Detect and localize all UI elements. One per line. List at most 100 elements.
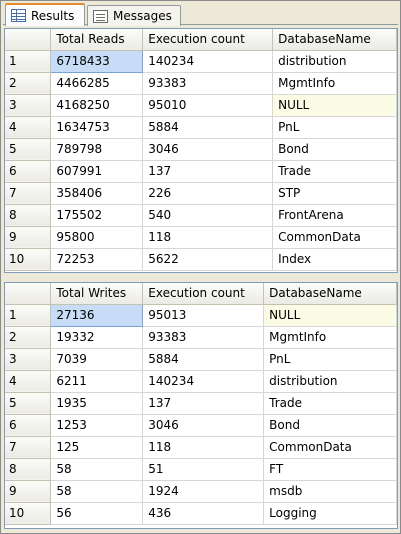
cell[interactable]: 789798 bbox=[50, 138, 144, 161]
table-row[interactable]: 8 175502 540 FrontArena bbox=[5, 204, 397, 227]
cell[interactable]: PnL bbox=[272, 116, 397, 139]
cell[interactable]: MgmtInfo bbox=[263, 326, 397, 349]
row-number[interactable]: 5 bbox=[5, 138, 52, 161]
table-row[interactable]: 7 125 118 CommonData bbox=[5, 436, 397, 459]
cell[interactable]: NULL bbox=[263, 304, 397, 327]
cell[interactable]: 607991 bbox=[50, 160, 144, 183]
table-row[interactable]: 6 1253 3046 Bond bbox=[5, 414, 397, 437]
row-number[interactable]: 8 bbox=[5, 458, 52, 481]
tab-messages[interactable]: Messages bbox=[87, 5, 181, 26]
cell[interactable]: 137 bbox=[142, 160, 274, 183]
cell[interactable]: PnL bbox=[263, 348, 397, 371]
table-row[interactable]: 3 7039 5884 PnL bbox=[5, 348, 397, 371]
cell[interactable]: 56 bbox=[50, 502, 144, 525]
row-number[interactable]: 3 bbox=[5, 348, 52, 371]
cell[interactable]: 5622 bbox=[142, 248, 274, 271]
column-header[interactable]: DatabaseName bbox=[272, 29, 397, 51]
table-row[interactable]: 3 4168250 95010 NULL bbox=[5, 94, 397, 117]
row-number[interactable]: 2 bbox=[5, 72, 52, 95]
table-row[interactable]: 10 72253 5622 Index bbox=[5, 248, 397, 271]
cell[interactable]: 1924 bbox=[142, 480, 265, 503]
cell[interactable]: msdb bbox=[263, 480, 397, 503]
cell[interactable]: MgmtInfo bbox=[272, 72, 397, 95]
column-header[interactable]: Execution count bbox=[142, 283, 265, 305]
row-number[interactable]: 5 bbox=[5, 392, 52, 415]
cell[interactable]: 95010 bbox=[142, 94, 274, 117]
cell[interactable]: Trade bbox=[272, 160, 397, 183]
row-number[interactable]: 9 bbox=[5, 226, 52, 249]
cell[interactable]: 95013 bbox=[142, 304, 265, 327]
cell[interactable]: STP bbox=[272, 182, 397, 205]
cell[interactable]: Index bbox=[272, 248, 397, 271]
table-row[interactable]: 4 1634753 5884 PnL bbox=[5, 116, 397, 139]
row-number[interactable]: 1 bbox=[5, 304, 52, 327]
cell[interactable]: CommonData bbox=[272, 226, 397, 249]
cell[interactable]: Bond bbox=[263, 414, 397, 437]
table-row[interactable]: 2 19332 93383 MgmtInfo bbox=[5, 326, 397, 349]
cell[interactable]: 140234 bbox=[142, 50, 274, 73]
cell[interactable]: 1935 bbox=[50, 392, 144, 415]
cell[interactable]: 175502 bbox=[50, 204, 144, 227]
cell[interactable]: Logging bbox=[263, 502, 397, 525]
cell[interactable]: 7039 bbox=[50, 348, 144, 371]
cell[interactable]: 6211 bbox=[50, 370, 144, 393]
table-row[interactable]: 4 6211 140234 distribution bbox=[5, 370, 397, 393]
row-number[interactable]: 4 bbox=[5, 370, 52, 393]
row-number[interactable]: 7 bbox=[5, 182, 52, 205]
table-row[interactable]: 5 1935 137 Trade bbox=[5, 392, 397, 415]
cell[interactable]: 226 bbox=[142, 182, 274, 205]
cell[interactable]: 4466285 bbox=[50, 72, 144, 95]
cell[interactable]: 3046 bbox=[142, 414, 265, 437]
table-row[interactable]: 9 58 1924 msdb bbox=[5, 480, 397, 503]
cell[interactable]: 93383 bbox=[142, 326, 265, 349]
row-number[interactable]: 7 bbox=[5, 436, 52, 459]
table-row[interactable]: 1 6718433 140234 distribution bbox=[5, 49, 397, 73]
cell[interactable]: 137 bbox=[142, 392, 265, 415]
cell[interactable]: 51 bbox=[142, 458, 265, 481]
row-number[interactable]: 10 bbox=[5, 248, 52, 271]
cell[interactable]: 125 bbox=[50, 436, 144, 459]
tab-results[interactable]: Results bbox=[5, 3, 85, 26]
cell[interactable]: 95800 bbox=[50, 226, 144, 249]
cell[interactable]: 27136 bbox=[50, 303, 144, 327]
row-number[interactable]: 8 bbox=[5, 204, 52, 227]
cell[interactable]: 72253 bbox=[50, 248, 144, 271]
results-grid-2[interactable]: Total Writes Execution count DatabaseNam… bbox=[4, 282, 398, 529]
cell[interactable]: 4168250 bbox=[50, 94, 144, 117]
cell[interactable]: 1253 bbox=[50, 414, 144, 437]
table-row[interactable]: 7 358406 226 STP bbox=[5, 182, 397, 205]
cell[interactable]: 358406 bbox=[50, 182, 144, 205]
column-header[interactable]: Total Writes bbox=[50, 283, 144, 305]
cell[interactable]: 140234 bbox=[142, 370, 265, 393]
cell[interactable]: 5884 bbox=[142, 116, 274, 139]
cell[interactable]: 5884 bbox=[142, 348, 265, 371]
row-number[interactable]: 3 bbox=[5, 94, 52, 117]
cell[interactable]: 19332 bbox=[50, 326, 144, 349]
cell[interactable]: 118 bbox=[142, 226, 274, 249]
table-row[interactable]: 1 27136 95013 NULL bbox=[5, 303, 397, 327]
cell[interactable]: CommonData bbox=[263, 436, 397, 459]
row-number[interactable]: 1 bbox=[5, 50, 52, 73]
column-header[interactable]: DatabaseName bbox=[263, 283, 397, 305]
table-row[interactable]: 5 789798 3046 Bond bbox=[5, 138, 397, 161]
column-header[interactable]: Execution count bbox=[142, 29, 274, 51]
cell[interactable]: FT bbox=[263, 458, 397, 481]
results-grid-1[interactable]: Total Reads Execution count DatabaseName… bbox=[4, 28, 398, 273]
cell[interactable]: 3046 bbox=[142, 138, 274, 161]
column-header[interactable]: Total Reads bbox=[50, 29, 144, 51]
cell[interactable]: 58 bbox=[50, 480, 144, 503]
cell[interactable]: NULL bbox=[272, 94, 397, 117]
row-number[interactable]: 6 bbox=[5, 414, 52, 437]
cell[interactable]: Trade bbox=[263, 392, 397, 415]
cell[interactable]: 1634753 bbox=[50, 116, 144, 139]
cell[interactable]: 118 bbox=[142, 436, 265, 459]
cell[interactable]: Bond bbox=[272, 138, 397, 161]
cell[interactable]: FrontArena bbox=[272, 204, 397, 227]
row-number[interactable]: 6 bbox=[5, 160, 52, 183]
row-number[interactable]: 9 bbox=[5, 480, 52, 503]
table-row[interactable]: 6 607991 137 Trade bbox=[5, 160, 397, 183]
cell[interactable]: 93383 bbox=[142, 72, 274, 95]
table-row[interactable]: 10 56 436 Logging bbox=[5, 502, 397, 525]
row-number[interactable]: 10 bbox=[5, 502, 52, 525]
cell[interactable]: distribution bbox=[263, 370, 397, 393]
